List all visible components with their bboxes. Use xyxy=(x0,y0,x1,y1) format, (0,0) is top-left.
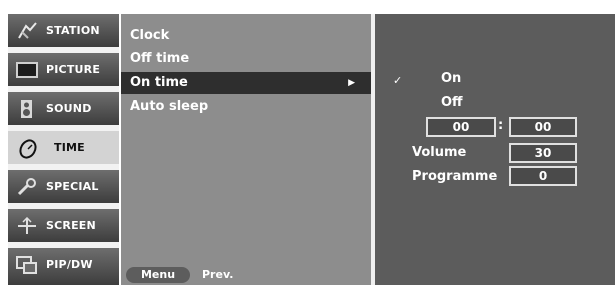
menu-item-sound[interactable]: SOUND xyxy=(8,92,119,128)
tv-osd-screen: STATION PICTURE SOUND TIME SPECIAL SCREE… xyxy=(8,14,615,285)
menu-item-station[interactable]: STATION xyxy=(8,14,119,50)
on-option[interactable]: On xyxy=(441,71,461,86)
volume-field[interactable]: 30 xyxy=(509,143,577,163)
menu-label: SOUND xyxy=(46,102,92,115)
submenu-label: Auto sleep xyxy=(130,99,209,114)
menu-button[interactable]: Menu xyxy=(126,267,190,283)
speaker-icon xyxy=(16,100,38,118)
on-time-settings-panel: ✓ On Off 00 : 00 Volume 30 Programme 0 xyxy=(375,14,615,285)
menu-item-time[interactable]: TIME xyxy=(8,131,119,167)
menu-item-picture[interactable]: PICTURE xyxy=(8,53,119,89)
antenna-icon xyxy=(16,22,38,40)
hour-field[interactable]: 00 xyxy=(426,117,496,137)
minute-field[interactable]: 00 xyxy=(509,117,577,137)
submenu-footer: Menu Prev. xyxy=(121,262,371,285)
volume-label: Volume xyxy=(412,145,467,160)
menu-item-special[interactable]: SPECIAL xyxy=(8,170,119,206)
submenu-item-clock[interactable]: Clock xyxy=(121,25,371,47)
submenu-item-off-time[interactable]: Off time xyxy=(121,48,371,70)
menu-label: SCREEN xyxy=(46,219,96,232)
submenu-item-auto-sleep[interactable]: Auto sleep xyxy=(121,96,371,118)
menu-label: PIP/DW xyxy=(46,258,93,271)
menu-label: STATION xyxy=(46,24,100,37)
menu-label: PICTURE xyxy=(46,63,101,76)
time-submenu: Clock Off time On time ▶ Auto sleep Menu… xyxy=(121,14,375,285)
time-separator: : xyxy=(498,118,504,133)
arrow-right-icon: ▶ xyxy=(348,78,355,88)
menu-item-pip-dw[interactable]: PIP/DW xyxy=(8,248,119,285)
menu-label: TIME xyxy=(54,141,85,154)
prev-hint: Prev. xyxy=(202,268,234,281)
submenu-label: Off time xyxy=(130,51,190,66)
programme-field[interactable]: 0 xyxy=(509,166,577,186)
submenu-label: On time xyxy=(130,75,188,90)
screen-adjust-icon xyxy=(16,216,38,235)
submenu-item-on-time[interactable]: On time ▶ xyxy=(121,72,371,94)
menu-label: SPECIAL xyxy=(46,180,99,193)
clock-icon xyxy=(16,139,38,159)
main-menu: STATION PICTURE SOUND TIME SPECIAL SCREE… xyxy=(8,14,119,285)
programme-label: Programme xyxy=(412,169,498,184)
tools-icon xyxy=(16,178,38,196)
picture-icon xyxy=(16,61,38,79)
submenu-label: Clock xyxy=(130,28,170,43)
off-option[interactable]: Off xyxy=(441,95,463,110)
pip-icon xyxy=(16,256,38,274)
check-icon: ✓ xyxy=(393,74,403,87)
menu-item-screen[interactable]: SCREEN xyxy=(8,209,119,245)
